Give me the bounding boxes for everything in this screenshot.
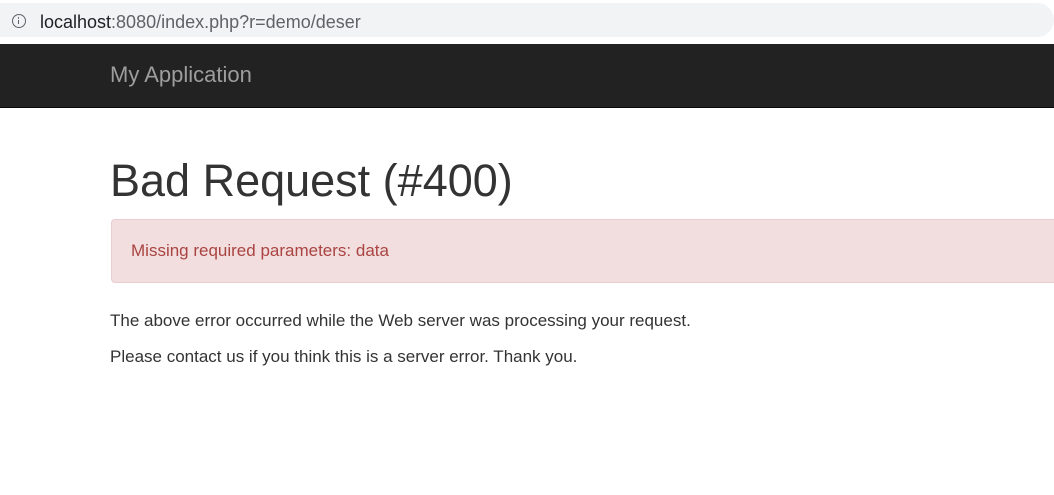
error-message: Missing required parameters: data	[131, 241, 389, 260]
url-text[interactable]: localhost:8080/index.php?r=demo/deser	[40, 12, 361, 32]
navbar: My Application	[0, 44, 1054, 108]
url-host: localhost	[40, 12, 112, 32]
error-alert: Missing required parameters: data	[111, 219, 1054, 283]
page-title: Bad Request (#400)	[110, 155, 513, 206]
brand-link[interactable]: My Application	[110, 63, 252, 87]
error-description: The above error occurred while the Web s…	[110, 311, 691, 330]
contact-note: Please contact us if you think this is a…	[110, 347, 578, 366]
info-icon[interactable]	[12, 14, 26, 28]
browser-address-bar: localhost:8080/index.php?r=demo/deser	[0, 0, 1054, 44]
omnibox[interactable]: localhost:8080/index.php?r=demo/deser	[0, 3, 1054, 37]
url-path: :8080/index.php?r=demo/deser	[111, 12, 361, 32]
